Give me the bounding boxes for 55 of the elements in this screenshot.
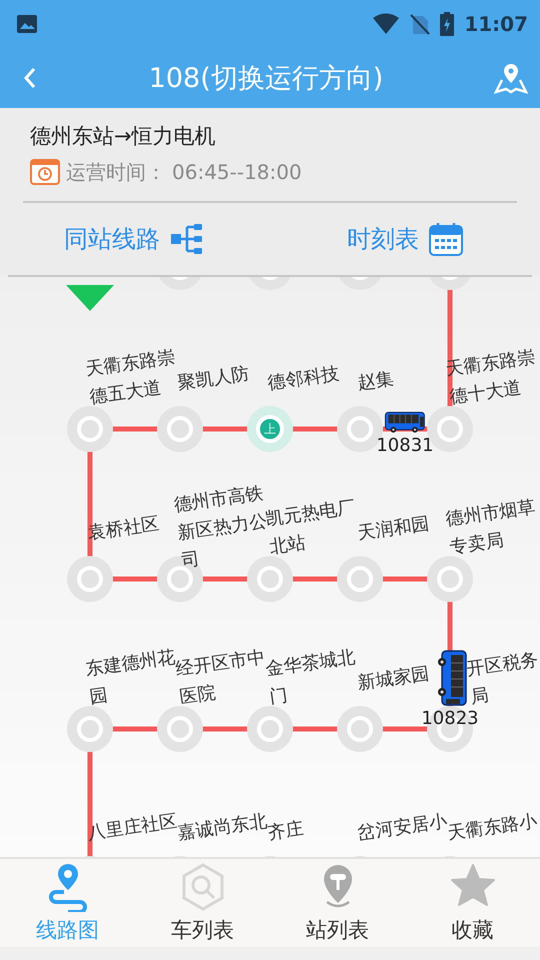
- hours-label: 运营时间：: [66, 158, 166, 186]
- station-name: 德州市烟草专卖局: [444, 496, 538, 560]
- station-name: 嘉诚尚东北: [176, 810, 269, 846]
- clock-icon: [30, 159, 60, 185]
- station-node[interactable]: [247, 706, 293, 752]
- station-node[interactable]: [427, 556, 473, 602]
- hours-value: 06:45--18:00: [172, 160, 302, 184]
- station-name: 天衢东路小: [446, 810, 540, 846]
- tab[interactable]: 站列表: [270, 859, 405, 947]
- page-title: 108(切换运行方向): [148, 62, 384, 96]
- bus-icon: [384, 411, 426, 434]
- current-station-node[interactable]: 上: [247, 406, 293, 452]
- battery-icon: [440, 12, 454, 36]
- bus-number: 10823: [420, 708, 480, 729]
- bus-icon: [437, 649, 468, 707]
- tab[interactable]: 车列表: [135, 859, 270, 947]
- wifi-icon: [372, 13, 400, 35]
- station-name: 天衢东路崇德十大道: [444, 346, 538, 410]
- station-node[interactable]: [67, 706, 113, 752]
- station-name: 袁桥社区: [86, 512, 162, 546]
- timetable-button[interactable]: 时刻表: [270, 222, 540, 256]
- tab[interactable]: 线路图: [0, 859, 135, 947]
- tab[interactable]: 收藏: [405, 859, 540, 947]
- station-name: 岔河安居小: [356, 810, 449, 846]
- station-node[interactable]: [67, 406, 113, 452]
- station-node[interactable]: [247, 556, 293, 602]
- station-name: 德邻科技: [266, 362, 342, 396]
- calendar-icon: [429, 222, 463, 256]
- back-icon[interactable]: [22, 66, 38, 90]
- bus-number: 10831: [375, 435, 435, 456]
- station-name: 赵集: [356, 367, 396, 396]
- station-name: 天衢东路崇德五大道: [84, 346, 177, 410]
- station-node[interactable]: [337, 556, 383, 602]
- station-name: 齐庄: [266, 818, 306, 846]
- station-name: 天润和园: [356, 512, 432, 546]
- station-name: 经开区市中医院: [174, 646, 267, 710]
- station-node[interactable]: [157, 706, 203, 752]
- direction-triangle-icon: [66, 285, 114, 311]
- station-name: 凯元热电厂北站: [264, 496, 358, 560]
- station-name: 金华茶城北门: [264, 646, 358, 710]
- status-time: 11:07: [464, 12, 528, 36]
- station-name: 东建德州花园: [84, 646, 177, 710]
- route-name: 德州东站→恒力电机: [29, 123, 217, 150]
- station-marker: 上: [264, 423, 276, 435]
- station-node[interactable]: [67, 556, 113, 602]
- station-name: 新城家园: [356, 662, 432, 696]
- station-node[interactable]: [157, 406, 203, 452]
- image-icon: [16, 14, 38, 34]
- map-pin-icon[interactable]: [494, 62, 528, 94]
- station-name: 开区税务局: [465, 648, 540, 710]
- station-name: 聚凯人防: [176, 362, 252, 396]
- no-sim-icon: [410, 13, 430, 35]
- station-name: 八里庄社区: [86, 810, 179, 846]
- same-stop-lines-button[interactable]: 同站线路: [0, 223, 270, 255]
- station-node[interactable]: [337, 706, 383, 752]
